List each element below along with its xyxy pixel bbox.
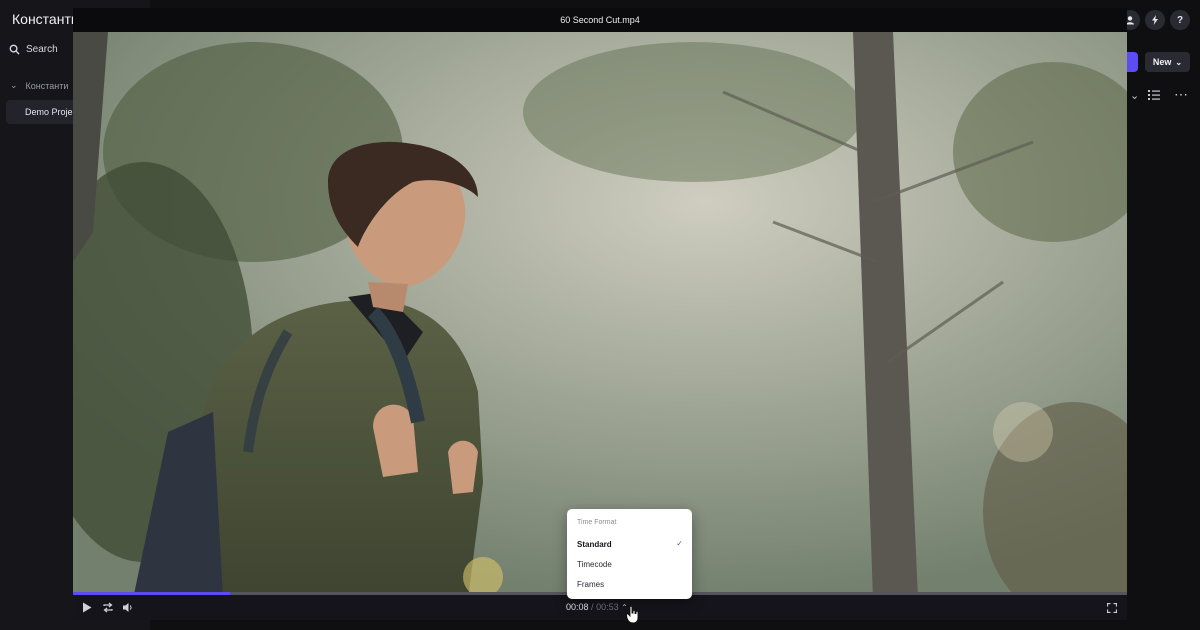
loop-icon[interactable] (102, 602, 114, 613)
chevron-down-icon: ⌄ (10, 80, 18, 90)
fullscreen-icon[interactable] (1107, 603, 1117, 613)
workspace-title[interactable]: Константи (12, 11, 79, 27)
sidebar-team[interactable]: ⌄ Константи (10, 80, 68, 91)
timecode-display[interactable]: 00:08 / 00:53 ⌃ (566, 602, 628, 612)
menu-item-standard[interactable]: Standard (577, 540, 612, 549)
new-button-label: New (1152, 57, 1172, 67)
chevron-down-icon[interactable]: ⌄ (1130, 89, 1139, 102)
hand-cursor-icon (626, 606, 639, 624)
menu-item-timecode[interactable]: Timecode (577, 560, 612, 569)
chevron-down-icon: ⌄ (1175, 57, 1183, 67)
time-format-menu: Time Format Standard ✓ Timecode Frames (567, 509, 692, 599)
search-label: Search (26, 44, 58, 55)
list-view-icon[interactable] (1148, 89, 1160, 103)
lightning-icon[interactable] (1145, 10, 1165, 30)
sidebar-search[interactable]: Search (9, 44, 58, 55)
video-title: 60 Second Cut.mp4 (560, 15, 640, 25)
menu-heading: Time Format (577, 519, 617, 526)
search-icon (9, 44, 20, 55)
checkmark-icon: ✓ (676, 539, 683, 548)
time-separator: / (591, 602, 594, 612)
upload-button[interactable] (1126, 52, 1138, 72)
new-button[interactable]: New ⌄ (1145, 52, 1190, 72)
total-duration: 00:53 (596, 602, 619, 612)
team-label: Константи (25, 80, 69, 91)
help-icon[interactable]: ? (1170, 10, 1190, 30)
volume-icon[interactable] (122, 602, 134, 613)
more-options-icon[interactable]: ⋯ (1174, 86, 1189, 103)
current-time: 00:08 (566, 602, 589, 612)
menu-item-frames[interactable]: Frames (577, 580, 604, 589)
play-icon[interactable] (82, 602, 92, 613)
